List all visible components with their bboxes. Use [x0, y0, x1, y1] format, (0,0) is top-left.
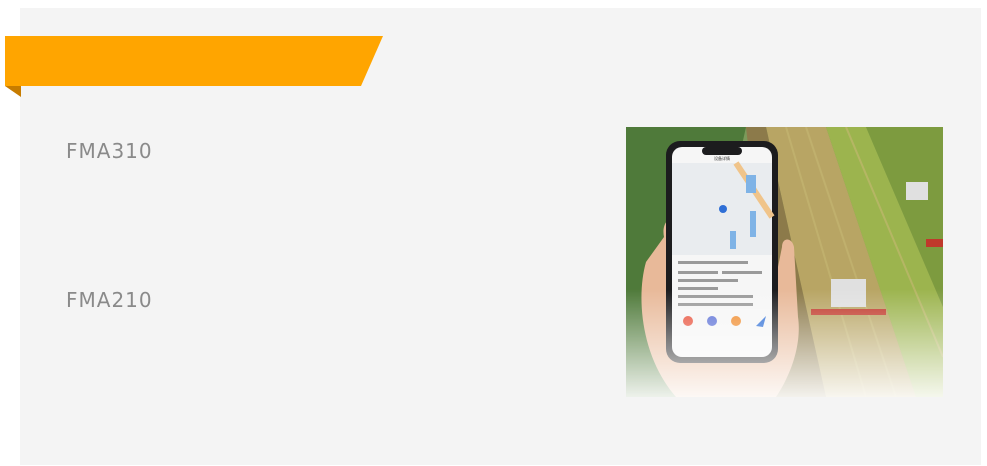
section-banner — [5, 36, 385, 98]
model-fma210[interactable]: FMA210 — [66, 288, 153, 312]
product-photo: 设备详情 — [626, 127, 943, 397]
model-fma310[interactable]: FMA310 — [66, 139, 153, 163]
